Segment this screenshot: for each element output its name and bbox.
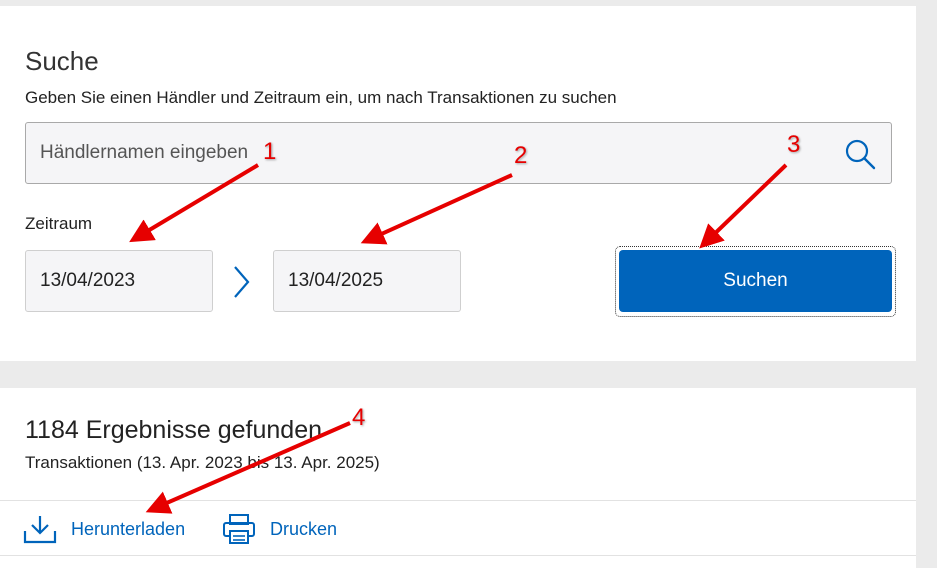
chevron-right-icon [234, 266, 250, 298]
date-from-value: 13/04/2023 [40, 270, 136, 291]
date-from-field[interactable]: 13/04/2023 [25, 250, 213, 312]
divider [0, 555, 916, 556]
results-count-title: 1184 Ergebnisse gefunden [25, 416, 322, 444]
annotation-marker-4: 4 [352, 404, 366, 431]
search-title: Suche [25, 46, 99, 76]
print-label: Drucken [270, 518, 338, 539]
divider [0, 500, 916, 501]
results-card: 1184 Ergebnisse gefunden Transaktionen (… [0, 388, 916, 568]
download-button[interactable]: Herunterladen [23, 512, 185, 546]
print-button[interactable]: Drucken [222, 512, 337, 546]
search-icon[interactable] [843, 137, 877, 171]
annotation-marker-2: 2 [514, 142, 528, 169]
search-button[interactable]: Suchen [619, 250, 892, 312]
search-card: Suche Geben Sie einen Händler und Zeitra… [0, 6, 916, 361]
date-to-value: 13/04/2025 [288, 270, 384, 291]
download-icon [23, 516, 57, 544]
annotation-marker-3: 3 [787, 131, 801, 158]
merchant-search-field[interactable] [25, 122, 892, 184]
search-subtitle: Geben Sie einen Händler und Zeitraum ein… [25, 88, 617, 107]
annotation-marker-1: 1 [263, 138, 277, 165]
results-date-range: Transaktionen (13. Apr. 2023 bis 13. Apr… [25, 453, 380, 472]
merchant-search-input[interactable] [26, 123, 826, 183]
download-label: Herunterladen [71, 518, 186, 539]
printer-icon [223, 514, 255, 544]
date-to-field[interactable]: 13/04/2025 [273, 250, 461, 312]
date-range-label: Zeitraum [25, 214, 93, 233]
